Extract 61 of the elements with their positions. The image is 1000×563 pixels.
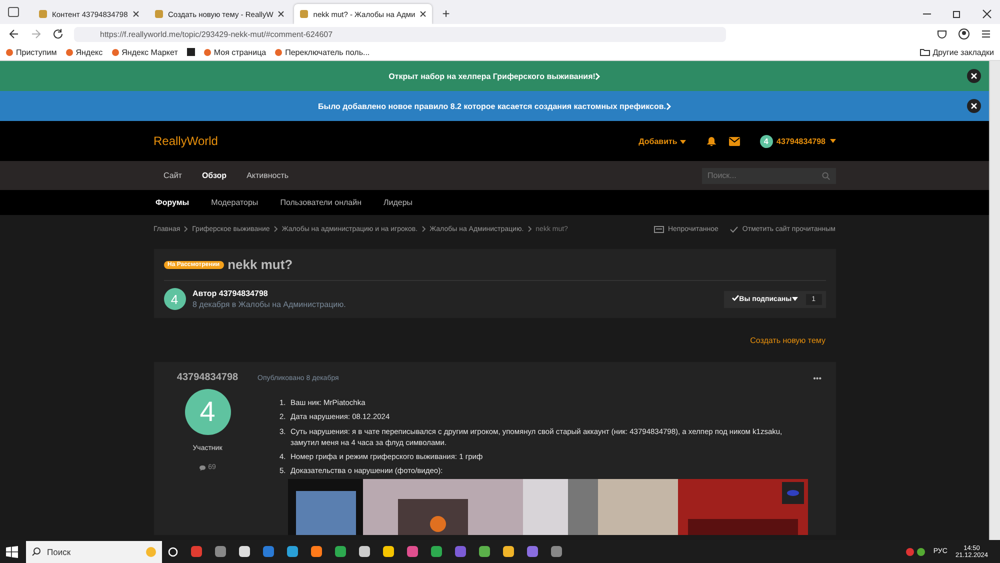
start-icon[interactable]: [6, 546, 18, 558]
tray-icons[interactable]: [906, 548, 926, 556]
chevron-icon: [184, 226, 188, 232]
nav-tab[interactable]: Сайт: [154, 171, 192, 180]
close-icon[interactable]: [278, 11, 284, 17]
back-icon[interactable]: [8, 28, 20, 40]
create-topic-link[interactable]: Создать новую тему: [750, 336, 826, 344]
close-icon[interactable]: [967, 69, 981, 83]
caret-icon: [830, 139, 836, 143]
nav-tab[interactable]: Активность: [236, 171, 299, 180]
bookmark[interactable]: Яндекс Маркет: [112, 48, 178, 56]
topic-meta: 8 декабря в Жалобы на Администрацию.: [192, 300, 346, 309]
tab-list-icon[interactable]: [8, 7, 19, 17]
caret-icon: [680, 140, 686, 144]
subnav-tab[interactable]: Модераторы: [209, 198, 270, 207]
chevron-icon: [528, 226, 532, 232]
pocket-icon[interactable]: [936, 28, 948, 40]
bell-icon[interactable]: [706, 136, 717, 146]
notice-text[interactable]: Было добавлено новое правило 8.2 которое касается создания кастомных префиксов.: [318, 102, 666, 110]
notice-text[interactable]: Открыт набор на хелпера Гриферского выживания!: [388, 72, 596, 80]
post-menu-button[interactable]: •••: [813, 374, 822, 383]
account-icon[interactable]: [958, 28, 970, 40]
new-tab-button[interactable]: +: [442, 6, 450, 21]
chevron-icon: [422, 226, 426, 232]
subnav-tab[interactable]: Пользователи онлайн: [278, 198, 374, 207]
nav-tab[interactable]: Обзор: [192, 171, 237, 180]
comment-icon: [199, 464, 206, 470]
search-icon: [32, 547, 41, 556]
subnav-tab[interactable]: Лидеры: [382, 198, 425, 207]
chevron-icon: [274, 226, 278, 232]
chevron-icon[interactable]: [595, 72, 600, 80]
reload-icon[interactable]: [52, 28, 64, 40]
scrollbar[interactable]: [989, 61, 1000, 540]
folder-icon: [920, 48, 930, 56]
site-logo[interactable]: ReallyWorld: [154, 134, 218, 148]
taskbar-search-field[interactable]: Поиск: [26, 540, 162, 562]
close-icon[interactable]: [420, 11, 426, 17]
list-icon: [654, 226, 664, 232]
menu-icon[interactable]: [980, 28, 992, 40]
other-bookmarks[interactable]: Другие закладки: [920, 48, 994, 56]
post-author[interactable]: 43794834798: [176, 372, 238, 383]
bookmark-icon[interactable]: [186, 48, 195, 56]
topic-title: nekk mut?: [228, 257, 293, 272]
bookmark[interactable]: Приступим: [6, 48, 57, 56]
search-field[interactable]: Поиск...: [702, 168, 836, 184]
bookmark[interactable]: Переключатель поль...: [275, 48, 370, 56]
check-icon: [730, 226, 738, 232]
chevron-icon[interactable]: [666, 102, 671, 110]
close-icon[interactable]: [133, 11, 139, 17]
caret-icon: [792, 297, 798, 301]
bookmark[interactable]: Яндекс: [66, 48, 103, 56]
search-input[interactable]: Поиск...: [708, 171, 822, 180]
close-icon[interactable]: [967, 99, 981, 113]
address-field[interactable]: https://f.reallyworld.me/topic/293429-nekk-mut/#comment-624607: [74, 26, 726, 42]
bookmark[interactable]: Моя страница: [204, 48, 266, 56]
add-menu[interactable]: Добавить: [638, 136, 686, 146]
mail-icon[interactable]: [728, 136, 740, 146]
check-icon: [732, 295, 740, 301]
topic-author[interactable]: Автор 43794834798: [192, 289, 346, 298]
subnav-tab[interactable]: Форумы: [154, 198, 202, 207]
user-menu[interactable]: 4 43794834798: [760, 134, 836, 148]
